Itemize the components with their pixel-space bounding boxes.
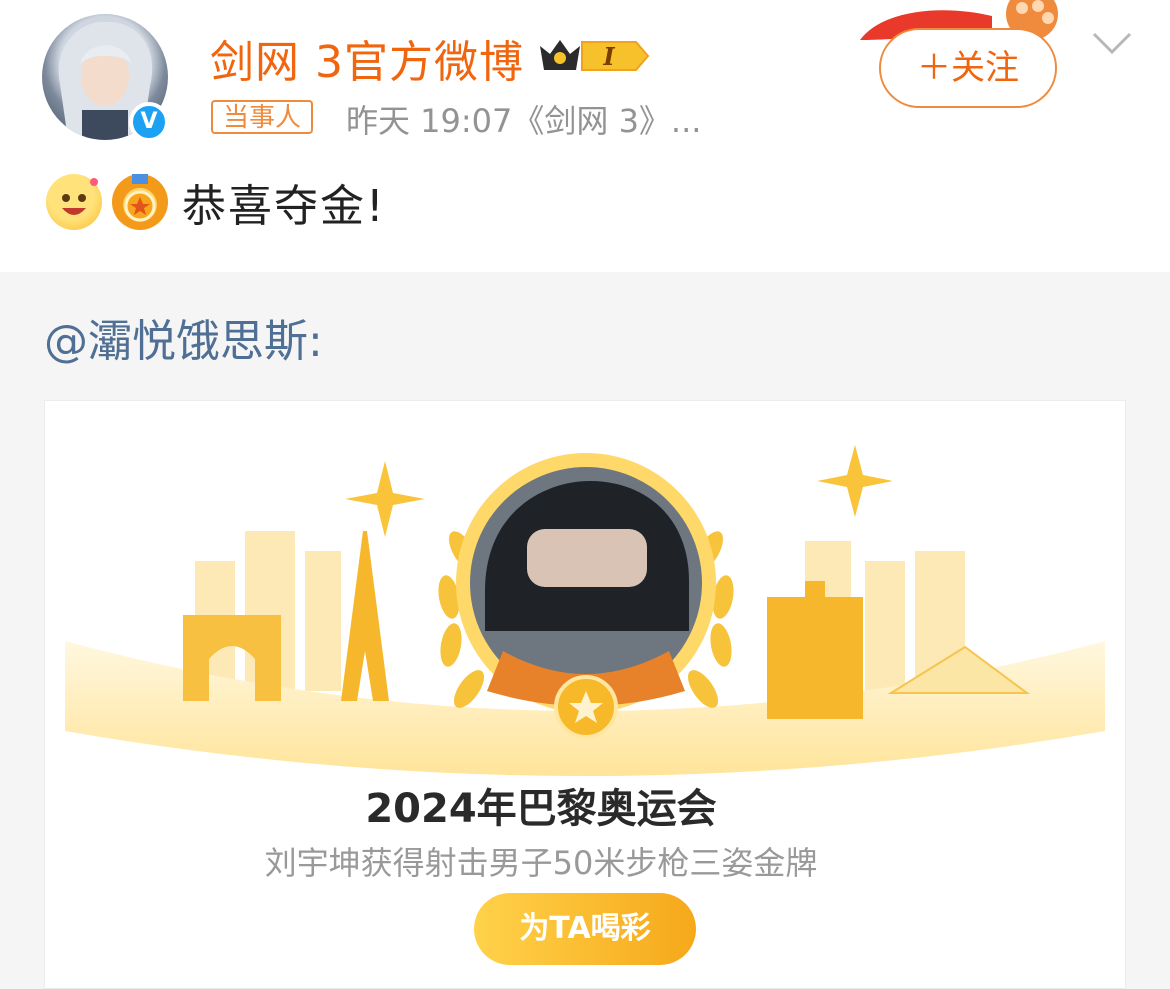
post-text: 恭喜夺金! [182, 181, 386, 232]
card-subtitle: 刘宇坤获得射击男子50米步枪三姿金牌 [264, 844, 818, 882]
role-tag: 当事人 [211, 100, 314, 134]
post-meta[interactable]: 昨天 19:07《剑网 3》... [346, 96, 701, 142]
repost-mention[interactable]: @灞悦饿思斯: [44, 305, 323, 369]
medal-emoji [112, 174, 168, 230]
verified-icon: V [129, 102, 169, 142]
vip-level: I [602, 42, 615, 71]
happy-face-emoji [46, 174, 102, 230]
card-title: 2024年巴黎奥运会 [365, 786, 717, 832]
vip-crown-icon[interactable]: I [536, 34, 652, 78]
follow-button[interactable]: ＋关注 [879, 28, 1057, 108]
cheer-button[interactable]: 为TA喝彩 [474, 893, 696, 965]
chevron-down-icon[interactable] [1092, 30, 1132, 56]
author-name[interactable]: 剑网 3官方微博 [210, 26, 524, 90]
post-body: 恭喜夺金! [46, 172, 386, 232]
